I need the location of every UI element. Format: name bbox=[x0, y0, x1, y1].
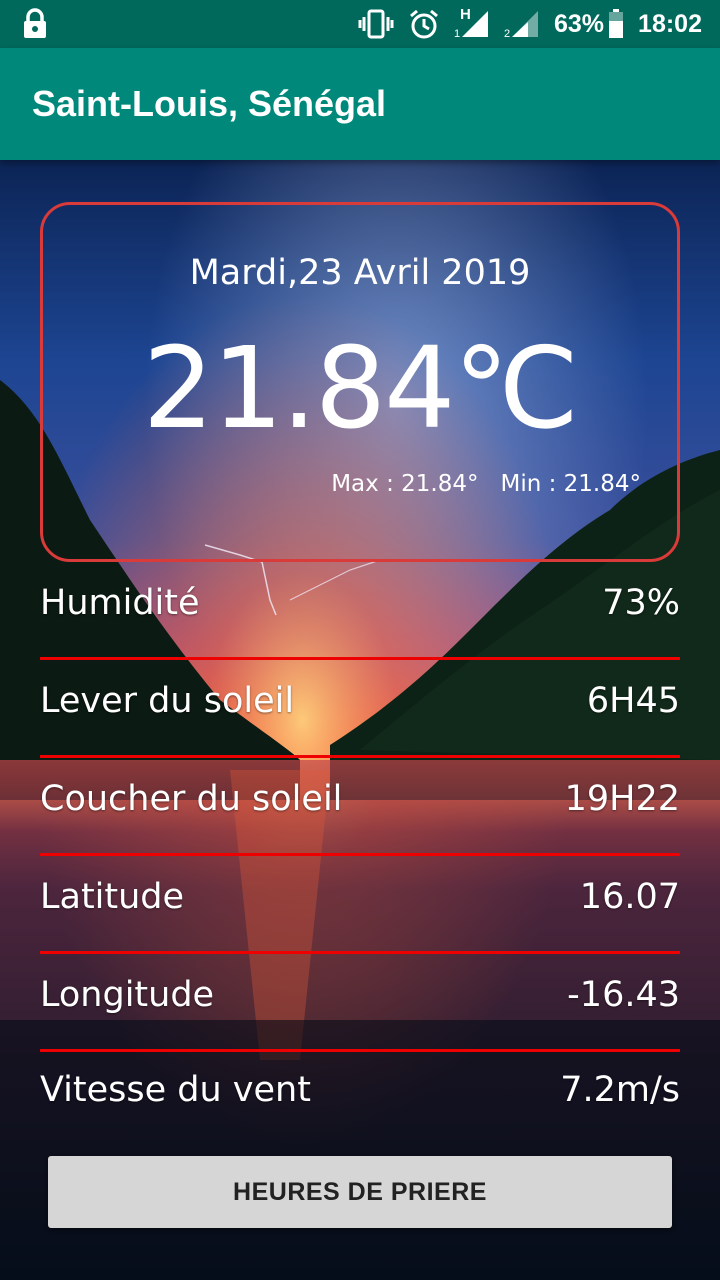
status-bar: H 1 2 63% 18:02 bbox=[0, 0, 720, 48]
detail-value: 7.2m/s bbox=[560, 1070, 680, 1110]
signal-sim2: 2 bbox=[504, 9, 540, 40]
page-title: Saint-Louis, Sénégal bbox=[32, 83, 387, 124]
content-area[interactable]: Mardi,23 Avril 2019 21.84℃ Max : 21.84° M… bbox=[0, 160, 720, 1280]
detail-label: Latitude bbox=[40, 877, 185, 917]
detail-row-latitude: Latitude 16.07 bbox=[40, 856, 680, 954]
clock: 18:02 bbox=[638, 9, 702, 38]
detail-label: Lever du soleil bbox=[40, 681, 295, 721]
detail-label: Vitesse du vent bbox=[40, 1070, 311, 1110]
app-bar: Saint-Louis, Sénégal bbox=[0, 48, 720, 160]
date-label: Mardi,23 Avril 2019 bbox=[189, 253, 531, 293]
max-min-temperature: Max : 21.84° Min : 21.84° bbox=[331, 471, 641, 497]
lock-icon bbox=[24, 8, 46, 38]
detail-label: Coucher du soleil bbox=[40, 779, 343, 819]
vibrate-icon bbox=[358, 9, 394, 39]
battery-icon bbox=[609, 9, 624, 38]
detail-label: Longitude bbox=[40, 975, 215, 1015]
detail-value: 19H22 bbox=[564, 779, 680, 819]
detail-row-humidity: Humidité 73% bbox=[40, 562, 680, 660]
status-right: H 1 2 63% 18:02 bbox=[358, 6, 702, 40]
weather-details-list: Humidité 73% Lever du soleil 6H45 Couche… bbox=[40, 562, 680, 1144]
signal-sim1: H 1 bbox=[454, 6, 490, 40]
detail-row-sunrise: Lever du soleil 6H45 bbox=[40, 660, 680, 758]
max-temperature: Max : 21.84° bbox=[331, 471, 479, 497]
detail-row-wind-speed: Vitesse du vent 7.2m/s bbox=[40, 1052, 680, 1144]
alarm-icon bbox=[410, 9, 438, 39]
detail-value: 6H45 bbox=[586, 681, 680, 721]
min-temperature: Min : 21.84° bbox=[500, 471, 641, 497]
detail-row-longitude: Longitude -16.43 bbox=[40, 954, 680, 1052]
signal-h-sim1-icon bbox=[462, 11, 488, 37]
status-left bbox=[22, 8, 358, 40]
detail-value: 16.07 bbox=[579, 877, 680, 917]
temperature-value: 21.84℃ bbox=[142, 324, 579, 454]
detail-value: -16.43 bbox=[567, 975, 680, 1015]
signal-sim2-icon bbox=[512, 11, 538, 37]
detail-row-sunset: Coucher du soleil 19H22 bbox=[40, 758, 680, 856]
detail-label: Humidité bbox=[40, 583, 200, 623]
prayer-times-button[interactable]: HEURES DE PRIERE bbox=[48, 1156, 672, 1228]
weather-card: Mardi,23 Avril 2019 21.84℃ Max : 21.84° M… bbox=[40, 202, 680, 562]
battery-percent: 63% bbox=[554, 9, 605, 38]
detail-value: 73% bbox=[602, 583, 680, 623]
